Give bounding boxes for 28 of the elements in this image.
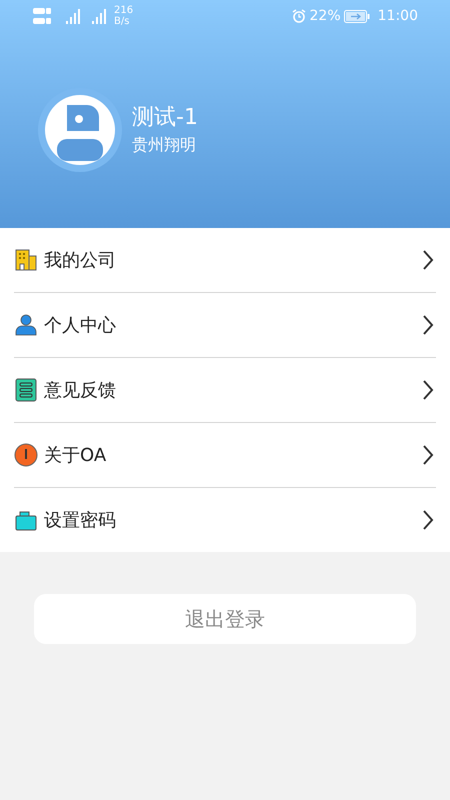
chevron-right-icon bbox=[422, 444, 434, 466]
menu-label: 设置密码 bbox=[44, 508, 117, 532]
chevron-right-icon bbox=[422, 379, 434, 401]
chevron-right-icon bbox=[422, 249, 434, 271]
network-speed-unit: B/s bbox=[114, 16, 130, 27]
menu-item[interactable]: 关于OA bbox=[14, 423, 436, 487]
network-speed: 216 bbox=[114, 5, 134, 16]
menu-item[interactable]: 设置密码 bbox=[14, 488, 436, 552]
battery-icon bbox=[344, 10, 370, 22]
menu-label: 我的公司 bbox=[44, 248, 117, 272]
menu-item[interactable]: 意见反馈 bbox=[14, 358, 436, 422]
menu-item[interactable]: 我的公司 bbox=[14, 228, 436, 292]
battery-percent: 22% bbox=[310, 6, 341, 26]
menu-label: 个人中心 bbox=[44, 314, 117, 338]
chevron-right-icon bbox=[422, 314, 434, 336]
alarm-icon bbox=[292, 9, 306, 23]
menu-label: 意见反馈 bbox=[44, 378, 117, 402]
document-icon bbox=[14, 378, 38, 402]
building-icon bbox=[14, 248, 38, 272]
info-icon bbox=[14, 443, 38, 467]
clock: 11:00 bbox=[378, 6, 418, 26]
menu-item[interactable]: 个人中心 bbox=[14, 293, 436, 357]
menu-label: 关于OA bbox=[44, 444, 108, 468]
person-icon bbox=[14, 313, 38, 337]
company-name: 贵州翔明 bbox=[132, 134, 197, 156]
chevron-right-icon bbox=[422, 509, 434, 531]
logout-button[interactable]: 退出登录 bbox=[34, 594, 416, 644]
user-name: 测试-1 bbox=[132, 104, 198, 132]
